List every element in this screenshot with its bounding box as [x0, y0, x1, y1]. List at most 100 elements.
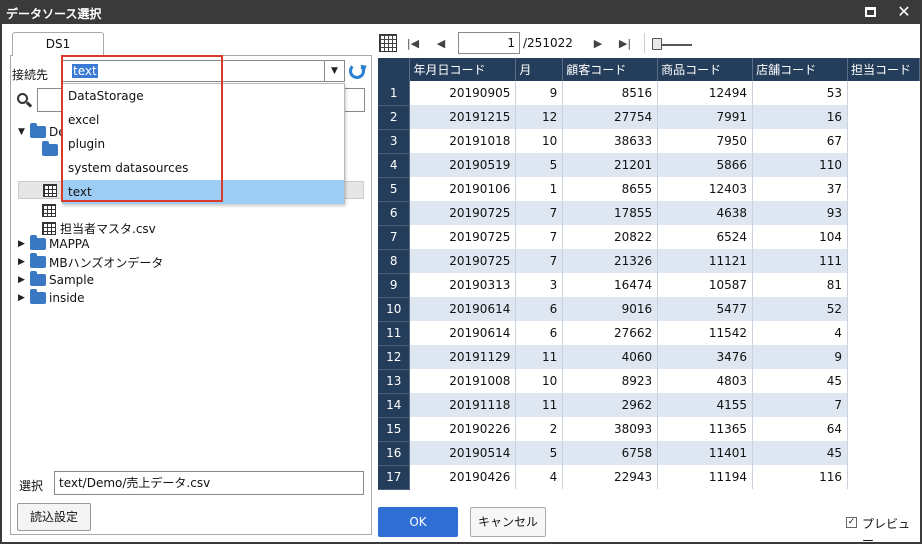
table-row[interactable]: 10 20190614 6 9016 5477 52	[378, 297, 920, 322]
table-row[interactable]: 15 20190226 2 38093 11365 64	[378, 417, 920, 442]
expand-icon[interactable]: ▶	[18, 239, 30, 249]
tree-item[interactable]: ▶ Sample	[18, 271, 94, 289]
zoom-slider-thumb[interactable]	[652, 38, 662, 50]
table-row[interactable]: 8 20190725 7 21326 11121 111	[378, 249, 920, 274]
table-cell: 1	[515, 177, 564, 201]
table-cell: 21326	[562, 249, 659, 273]
column-header[interactable]: 月	[515, 58, 564, 81]
table-cell: 10	[515, 129, 564, 153]
table-row[interactable]: 7 20190725 7 20822 6524 104	[378, 225, 920, 250]
preview-checkbox[interactable]: ✓	[846, 517, 857, 528]
table-cell: 4060	[562, 345, 659, 369]
load-settings-button[interactable]: 読込設定	[17, 503, 91, 531]
column-header[interactable]: 商品コード	[657, 58, 754, 81]
column-header[interactable]: 顧客コード	[562, 58, 659, 81]
table-cell: 6	[515, 297, 564, 321]
tree-item[interactable]: ▶ MAPPA	[18, 235, 89, 253]
refresh-icon[interactable]	[349, 63, 365, 79]
table-cell: 27662	[562, 321, 659, 345]
row-number: 13	[378, 369, 411, 394]
page-number-input[interactable]: 1	[458, 32, 520, 54]
table-cell: 116	[752, 465, 848, 489]
table-cell: 22943	[562, 465, 659, 489]
table-cell: 20191129	[409, 345, 517, 369]
tree-item[interactable]: ▶ MBハンズオンデータ	[18, 253, 163, 271]
pager-toolbar: |◀ ◀ 1 /251022 ▶ ▶|	[376, 30, 922, 56]
table-cell: 38093	[562, 417, 659, 441]
maximize-button[interactable]	[856, 0, 884, 24]
tree-item-label: MBハンズオンデータ	[49, 255, 164, 270]
chevron-down-icon[interactable]: ▼	[324, 61, 344, 81]
table-cell: 20191215	[409, 105, 517, 129]
table-cell: 7	[515, 249, 564, 273]
next-page-icon[interactable]: ▶	[589, 34, 607, 52]
table-cell: 37	[752, 177, 848, 201]
table-row[interactable]: 17 20190426 4 22943 11194 116	[378, 465, 920, 490]
table-cell: 20190725	[409, 225, 517, 249]
table-row[interactable]: 2 20191215 12 27754 7991 16	[378, 105, 920, 130]
table-view-icon[interactable]	[379, 34, 397, 52]
table-cell: 4155	[657, 393, 754, 417]
table-row[interactable]: 16 20190514 5 6758 11401 45	[378, 441, 920, 466]
tree-item-label: inside	[49, 291, 85, 305]
tree-item[interactable]	[42, 141, 61, 159]
table-cell: 6	[515, 321, 564, 345]
table-row[interactable]: 9 20190313 3 16474 10587 81	[378, 273, 920, 298]
column-header[interactable]: 年月日コード	[409, 58, 517, 81]
expand-icon[interactable]: ▶	[18, 257, 30, 267]
table-cell: 20190614	[409, 321, 517, 345]
expand-icon[interactable]: ▶	[18, 275, 30, 285]
table-row[interactable]: 1 20190905 9 8516 12494 53	[378, 81, 920, 106]
table-cell: 7	[515, 201, 564, 225]
maximize-icon	[864, 7, 876, 17]
table-row[interactable]: 6 20190725 7 17855 4638 93	[378, 201, 920, 226]
ok-button[interactable]: OK	[378, 507, 458, 537]
row-number: 10	[378, 297, 411, 322]
table-cell: 52	[752, 297, 848, 321]
folder-icon	[30, 235, 46, 250]
folder-icon	[42, 141, 58, 156]
column-header[interactable]: 担当コード	[847, 58, 920, 81]
cancel-button[interactable]: キャンセル	[470, 507, 546, 537]
prev-page-icon[interactable]: ◀	[432, 34, 450, 52]
table-cell: 20190725	[409, 201, 517, 225]
table-cell: 20191118	[409, 393, 517, 417]
table-row[interactable]: 5 20190106 1 8655 12403 37	[378, 177, 920, 202]
table-cell: 16	[752, 105, 848, 129]
expand-icon[interactable]: ▼	[18, 127, 30, 137]
page-total: /251022	[523, 36, 573, 50]
row-number: 2	[378, 105, 411, 130]
last-page-icon[interactable]: ▶|	[616, 34, 634, 52]
table-row[interactable]: 14 20191118 11 2962 4155 7	[378, 393, 920, 418]
table-cell: 20190905	[409, 81, 517, 105]
table-cell: 11194	[657, 465, 754, 489]
close-button[interactable]: ✕	[890, 0, 918, 24]
row-number: 9	[378, 273, 411, 298]
table-cell: 16474	[562, 273, 659, 297]
table-row[interactable]: 4 20190519 5 21201 5866 110	[378, 153, 920, 178]
table-cell: 64	[752, 417, 848, 441]
expand-icon[interactable]: ▶	[18, 293, 30, 303]
column-header[interactable]: 店舗コード	[752, 58, 848, 81]
table-cell: 12	[515, 105, 564, 129]
tree-item[interactable]: ▼ De	[18, 123, 66, 141]
tab-ds1[interactable]: DS1	[12, 32, 104, 56]
row-number: 17	[378, 465, 411, 490]
selection-field[interactable]: text/Demo/売上データ.csv	[54, 471, 364, 495]
row-number: 16	[378, 441, 411, 466]
table-row[interactable]: 12 20191129 11 4060 3476 9	[378, 345, 920, 370]
table-cell: 11365	[657, 417, 754, 441]
preview-label: プレビュー	[862, 517, 911, 544]
table-cell: 4	[515, 465, 564, 489]
first-page-icon[interactable]: |◀	[404, 34, 422, 52]
preview-pane: |◀ ◀ 1 /251022 ▶ ▶| 年月日コード 月 顧客コード 商品コード…	[376, 24, 922, 544]
table-row[interactable]: 3 20191018 10 38633 7950 67	[378, 129, 920, 154]
table-cell: 2	[515, 417, 564, 441]
table-row[interactable]: 13 20191008 10 8923 4803 45	[378, 369, 920, 394]
tree-item[interactable]: ▶ inside	[18, 289, 85, 307]
table-row[interactable]: 11 20190614 6 27662 11542 4	[378, 321, 920, 346]
row-number: 15	[378, 417, 411, 442]
table-cell: 104	[752, 225, 848, 249]
table-cell: 5866	[657, 153, 754, 177]
tree-item[interactable]	[42, 201, 60, 219]
